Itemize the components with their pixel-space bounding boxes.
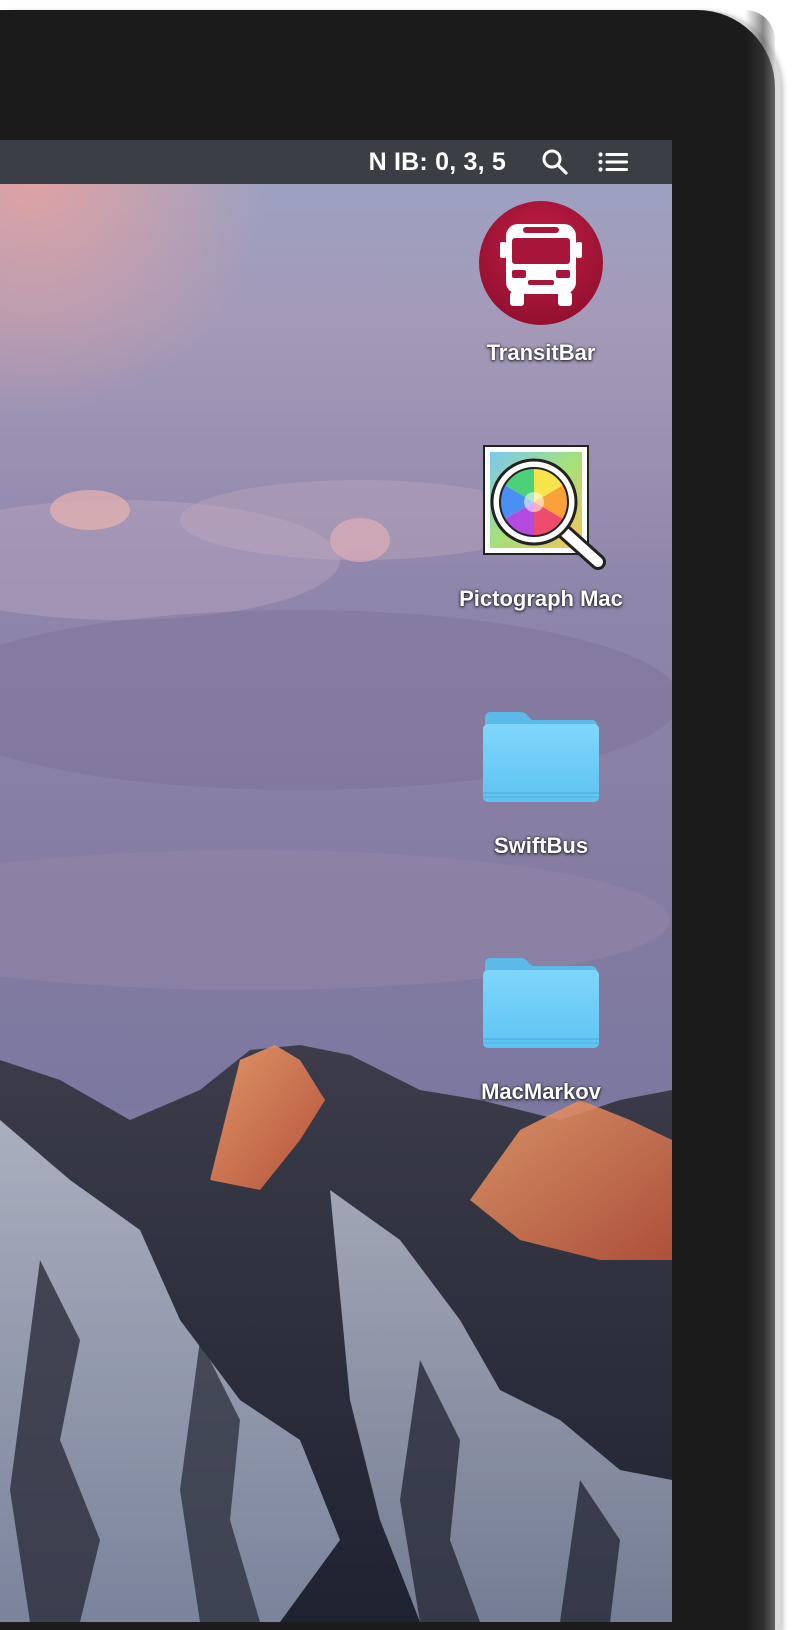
- desktop-icon-label: TransitBar: [486, 340, 596, 365]
- bus-icon: [476, 198, 606, 328]
- desktop-icon-label: SwiftBus: [493, 833, 589, 858]
- search-icon[interactable]: [540, 147, 570, 177]
- laptop-bezel: N IB: 0, 3, 5 TransitBar Pictograph Mac …: [0, 10, 775, 1630]
- desktop-icon-label: MacMarkov: [481, 1079, 601, 1104]
- desktop-icon-pictograph-mac[interactable]: Pictograph Mac: [441, 444, 641, 612]
- desktop-icon-swiftbus[interactable]: SwiftBus: [441, 691, 641, 859]
- desktop-icon-transitbar[interactable]: TransitBar: [441, 198, 641, 366]
- list-icon[interactable]: [598, 147, 628, 177]
- folder-icon: [476, 691, 606, 821]
- magnifier-color-wheel-icon: [476, 444, 606, 574]
- bezel-edge: [745, 10, 775, 1630]
- screen: N IB: 0, 3, 5 TransitBar Pictograph Mac …: [0, 140, 672, 1622]
- folder-icon: [476, 937, 606, 1067]
- menubar-status-text[interactable]: N IB: 0, 3, 5: [369, 148, 506, 177]
- desktop-icon-label: Pictograph Mac: [459, 586, 623, 611]
- menu-bar: N IB: 0, 3, 5: [0, 140, 672, 184]
- desktop-icon-macmarkov[interactable]: MacMarkov: [441, 937, 641, 1105]
